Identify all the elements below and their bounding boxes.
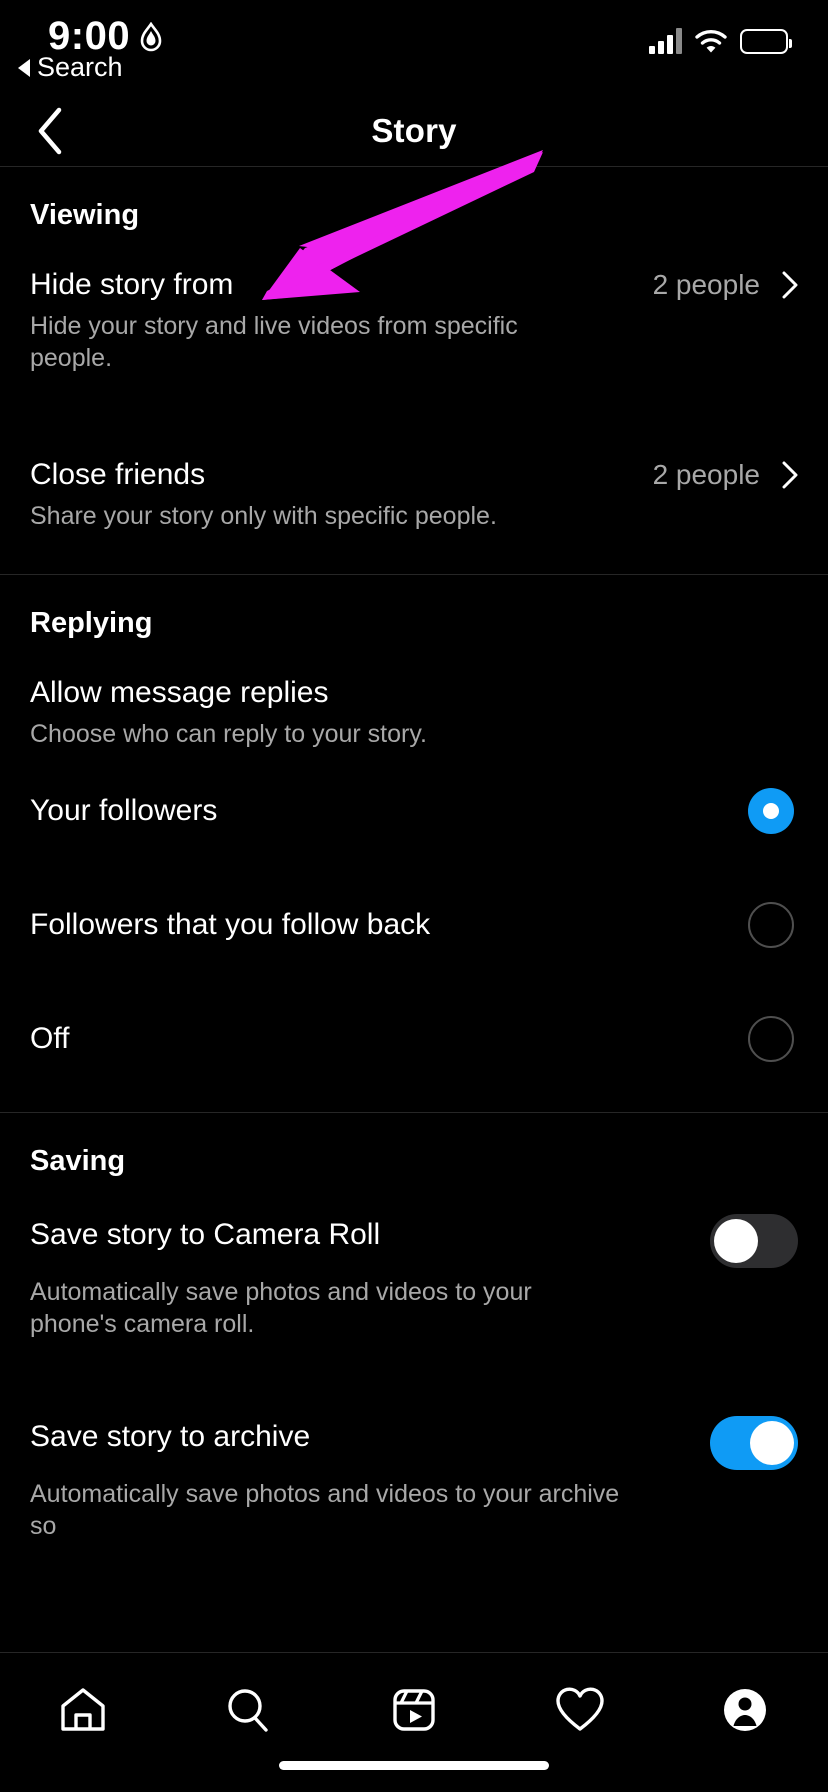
home-icon [61, 1688, 105, 1731]
option-off[interactable]: Off [0, 982, 828, 1096]
option-your-followers-label: Your followers [30, 794, 218, 827]
option-your-followers[interactable]: Your followers [0, 754, 828, 868]
reels-icon [393, 1689, 435, 1731]
option-followers-you-follow-back[interactable]: Followers that you follow back [0, 868, 828, 982]
row-save-story-camera-roll-label: Save story to Camera Roll [30, 1218, 381, 1251]
tab-reels[interactable] [369, 1675, 459, 1745]
location-arrow-icon [140, 21, 162, 51]
back-button[interactable] [22, 103, 78, 159]
back-to-app-link[interactable]: Search [18, 52, 123, 83]
chevron-right-icon [782, 461, 798, 489]
option-followers-you-follow-back-label: Followers that you follow back [30, 908, 431, 941]
group-allow-message-replies-label: Allow message replies [30, 676, 329, 709]
row-close-friends-subtitle: Share your story only with specific peop… [30, 502, 497, 530]
row-hide-story-from-value: 2 people [652, 269, 760, 300]
chevron-right-icon [782, 271, 798, 299]
option-off-label: Off [30, 1022, 70, 1055]
group-allow-message-replies-subtitle: Choose who can reply to your story. [30, 720, 427, 748]
row-close-friends-value: 2 people [652, 459, 760, 490]
cellular-bars-icon [649, 28, 682, 54]
tab-search[interactable] [203, 1675, 293, 1745]
row-save-story-archive-subtitle: Automatically save photos and videos to … [30, 1480, 620, 1540]
radio-off[interactable] [748, 1016, 794, 1062]
home-indicator [279, 1761, 549, 1770]
toggle-knob [750, 1421, 794, 1465]
navigation-header: Story [0, 96, 828, 166]
back-triangle-icon [18, 58, 30, 77]
row-save-story-archive-label: Save story to archive [30, 1420, 311, 1453]
settings-content: Viewing Hide story from 2 people Hide yo… [0, 166, 828, 1652]
row-hide-story-from[interactable]: Hide story from 2 people Hide your story… [0, 246, 828, 378]
wifi-icon [695, 30, 727, 53]
search-icon [228, 1689, 269, 1732]
row-hide-story-from-label: Hide story from [30, 268, 234, 301]
tab-home[interactable] [38, 1675, 128, 1745]
row-close-friends[interactable]: Close friends 2 people Share your story … [0, 436, 828, 536]
profile-icon [724, 1689, 767, 1731]
tab-profile[interactable] [700, 1675, 790, 1745]
tab-activity[interactable] [535, 1675, 625, 1745]
row-save-story-camera-roll[interactable]: Save story to Camera Roll Automatically … [0, 1192, 828, 1346]
phone-screen: 9:00 Search Story Viewing Hide story fro… [0, 0, 828, 1792]
toggle-knob [714, 1219, 758, 1263]
radio-your-followers[interactable] [748, 788, 794, 834]
bottom-tab-bar [0, 1652, 828, 1792]
toggle-save-story-archive[interactable] [710, 1416, 798, 1470]
row-close-friends-label: Close friends [30, 458, 206, 491]
row-hide-story-from-subtitle: Hide your story and live videos from spe… [30, 312, 518, 372]
toggle-save-story-camera-roll[interactable] [710, 1214, 798, 1268]
section-title-replying: Replying [30, 607, 153, 639]
section-title-saving: Saving [30, 1145, 126, 1177]
heart-icon [555, 1687, 604, 1731]
row-save-story-camera-roll-subtitle: Automatically save photos and videos to … [30, 1278, 532, 1338]
page-title: Story [371, 112, 457, 149]
group-allow-message-replies: Allow message replies Choose who can rep… [0, 654, 828, 754]
radio-followers-you-follow-back[interactable] [748, 902, 794, 948]
row-save-story-archive[interactable]: Save story to archive Automatically save… [0, 1394, 828, 1548]
chevron-left-icon [38, 107, 62, 155]
status-bar: 9:00 Search [0, 0, 828, 96]
back-to-app-label: Search [37, 52, 123, 82]
section-title-viewing: Viewing [30, 199, 140, 231]
battery-icon [740, 28, 792, 54]
status-bar-indicators [649, 28, 792, 54]
